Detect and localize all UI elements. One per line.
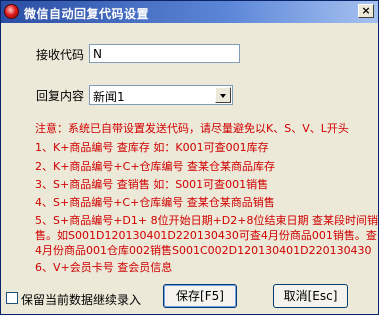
receive-code-label: 接收代码 <box>36 48 85 62</box>
reply-content-label: 回复内容 <box>36 89 85 103</box>
chevron-down-icon[interactable] <box>215 87 231 103</box>
title-bar[interactable]: 微信自动回复代码设置 × <box>1 1 378 23</box>
code-help-line: 1、K+商品编号 查库存 如：K001可查001库存 <box>35 141 269 154</box>
dialog-window: 微信自动回复代码设置 × 接收代码 回复内容 新闻1 注意：系统已自带设置发送代… <box>0 0 379 315</box>
code-help-line: 2、K+商品编号+C+仓库编号 查某仓某商品库存 <box>35 160 276 173</box>
keep-data-label: 保留当前数据继续录入 <box>21 293 142 307</box>
save-button[interactable]: 保存[F5] <box>163 284 237 308</box>
app-icon <box>4 4 19 19</box>
receive-code-input[interactable] <box>89 44 240 63</box>
keep-data-checkbox[interactable] <box>6 292 18 304</box>
code-help-line: 3、S+商品编号 查销售 如：S001可查001销售 <box>35 178 269 191</box>
code-help-line: 4、S+商品编号+C+仓库编号 查某仓某商品销售 <box>35 196 275 209</box>
cancel-button[interactable]: 取消[Esc] <box>273 284 348 308</box>
code-help-line: 6、V+会员卡号 查会员信息 <box>35 261 173 274</box>
code-help-line: 5、S+商品编号+D1+ 8位开始日期+D2+8位结束日期 查某段时间销售。如S… <box>35 214 378 257</box>
window-title: 微信自动回复代码设置 <box>24 7 150 21</box>
warning-note: 注意：系统已自带设置发送代码，请尽量避免以K、S、V、L开头 <box>35 122 349 135</box>
close-button[interactable]: × <box>358 4 374 18</box>
reply-content-select[interactable]: 新闻1 <box>89 85 233 105</box>
reply-content-value: 新闻1 <box>93 90 125 104</box>
